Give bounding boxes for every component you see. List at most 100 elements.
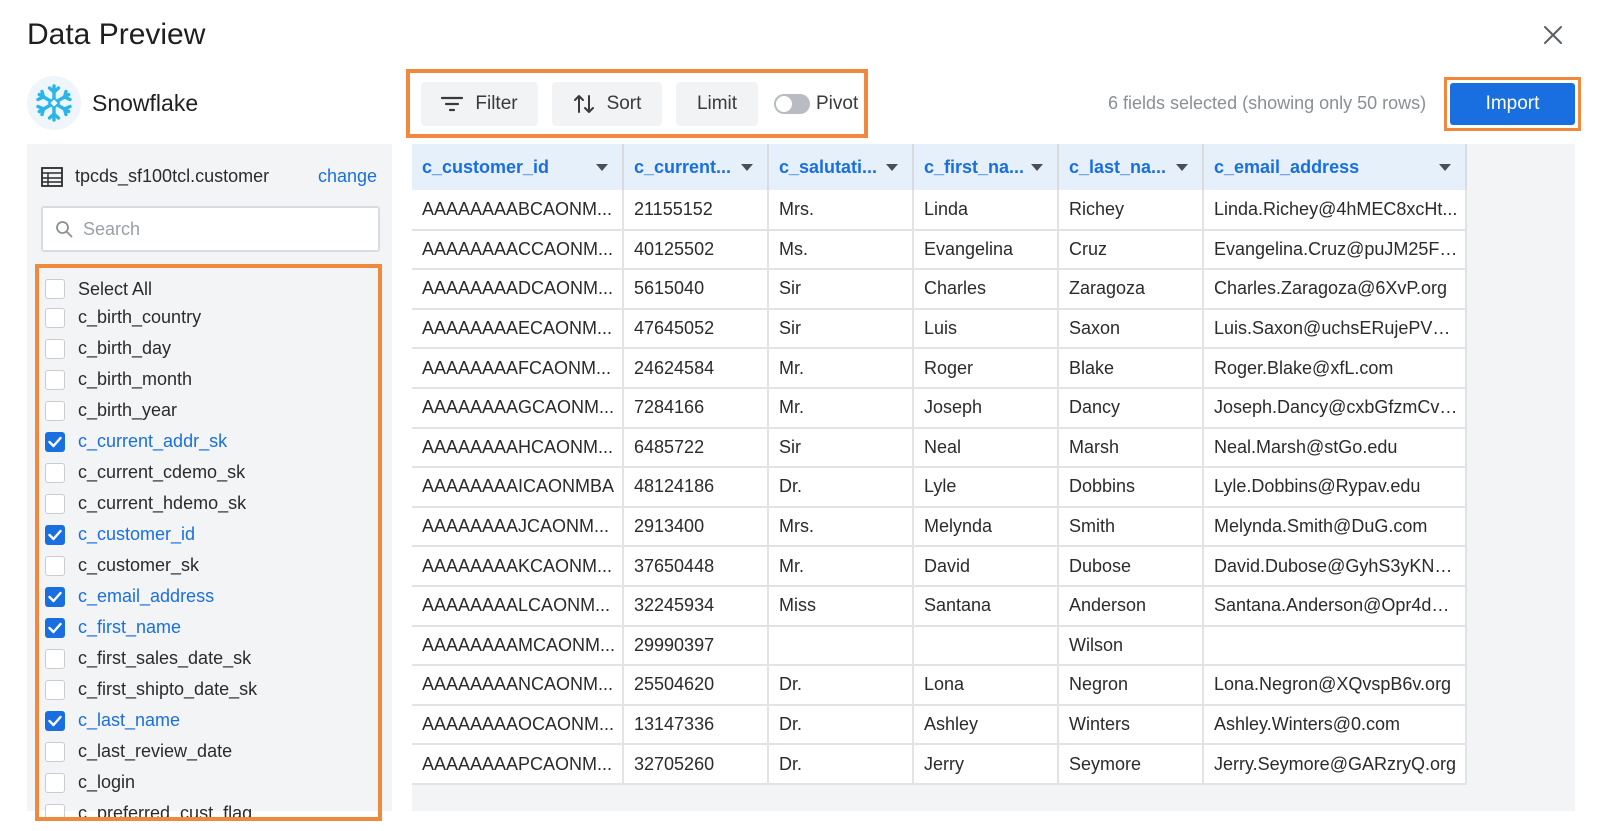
caret-down-icon[interactable] [886, 163, 898, 171]
table-cell: Luis.Saxon@uchsERujePVO... [1203, 308, 1467, 350]
checkbox[interactable] [45, 338, 65, 359]
filter-button[interactable]: Filter [421, 81, 538, 126]
field-item[interactable]: c_email_address [39, 581, 378, 612]
column-header[interactable]: c_customer_id [412, 144, 624, 190]
field-item[interactable]: c_current_addr_sk [39, 426, 378, 457]
limit-label: Limit [696, 92, 738, 114]
pivot-toggle[interactable] [774, 93, 810, 114]
sort-button[interactable]: Sort [552, 81, 662, 126]
checkbox[interactable] [45, 772, 65, 793]
table-cell: Ashley [913, 704, 1059, 746]
caret-down-icon[interactable] [1439, 163, 1451, 171]
import-button[interactable]: Import [1450, 83, 1575, 125]
table-cell: Joseph.Dancy@cxbGfzmCvJ... [1203, 387, 1467, 429]
check-icon [48, 436, 62, 447]
checkbox[interactable] [45, 586, 65, 607]
field-item[interactable]: c_birth_month [39, 364, 378, 395]
column-header[interactable]: c_email_address [1203, 144, 1467, 190]
field-item[interactable]: c_customer_id [39, 519, 378, 550]
field-label: c_email_address [78, 586, 215, 606]
checkbox[interactable] [45, 803, 65, 817]
checkbox[interactable] [45, 648, 65, 669]
grid-body: AAAAAAAABCAONM... 21155152 Mrs. Linda Richey… [412, 190, 1467, 785]
checkbox[interactable] [45, 741, 65, 762]
field-item[interactable]: c_login [39, 767, 378, 798]
field-label: c_preferred_cust_flag [78, 803, 253, 821]
column-header[interactable]: c_first_na... [913, 144, 1059, 190]
field-item[interactable]: c_birth_country [39, 302, 378, 333]
table-cell: Dr. [768, 744, 914, 785]
limit-button[interactable]: Limit [676, 81, 758, 126]
table-cell: 5615040 [623, 269, 769, 310]
field-item[interactable]: c_birth_day [39, 333, 378, 364]
grid-header-row: c_customer_id c_current... c_salutati... c_… [412, 144, 1467, 190]
field-item[interactable]: c_birth_year [39, 395, 378, 426]
table-row: AAAAAAAAMCAONM... 29990397 Wilson [412, 625, 1467, 667]
change-link[interactable]: change [318, 166, 377, 187]
checkbox[interactable] [45, 493, 65, 514]
table-row: AAAAAAAAOCAONM... 13147336 Dr. Ashley Winter… [412, 704, 1467, 746]
field-item[interactable]: c_last_name [39, 705, 378, 736]
table-cell: Seymore [1058, 744, 1204, 785]
field-item[interactable]: c_current_hdemo_sk [39, 488, 378, 519]
field-item[interactable]: c_customer_sk [39, 550, 378, 581]
table-row: AAAAAAAANCAONM... 25504620 Dr. Lona Negron Lo… [412, 665, 1467, 706]
table-cell: Melynda.Smith@DuG.com [1203, 506, 1467, 548]
close-icon[interactable] [1540, 22, 1566, 48]
table-cell: Jerry.Seymore@GARzryQ.org [1203, 744, 1467, 785]
checkbox[interactable] [45, 524, 65, 545]
table-cell: 29990397 [623, 625, 769, 667]
table-cell: Richey [1058, 190, 1204, 231]
table-row: AAAAAAAAICAONMBA 48124186 Dr. Lyle Dobbins Ly… [412, 467, 1467, 508]
table-cell: Dr. [768, 467, 914, 508]
table-cell: Blake [1058, 348, 1204, 389]
dialog-title: Data Preview [27, 18, 206, 51]
table-cell: Mr. [768, 387, 914, 429]
table-cell: AAAAAAAAFCAONM... [412, 348, 624, 389]
checkbox[interactable] [45, 400, 65, 421]
field-item[interactable]: c_preferred_cust_flag [39, 798, 378, 821]
checkbox[interactable] [45, 369, 65, 390]
column-header[interactable]: c_last_na... [1058, 144, 1204, 190]
table-cell: 32705260 [623, 744, 769, 785]
checkbox[interactable] [45, 431, 65, 452]
field-item[interactable]: c_first_shipto_date_sk [39, 674, 378, 705]
table-cell: 47645052 [623, 308, 769, 350]
field-item[interactable]: c_current_cdemo_sk [39, 457, 378, 488]
table-cell: Mrs. [768, 506, 914, 548]
column-header[interactable]: c_salutati... [768, 144, 914, 190]
table-cell: Sir [768, 308, 914, 350]
table-cell: 37650448 [623, 546, 769, 587]
caret-down-icon[interactable] [1031, 163, 1043, 171]
field-item[interactable]: c_first_sales_date_sk [39, 643, 378, 674]
field-item[interactable]: c_first_name [39, 612, 378, 643]
checkbox[interactable] [45, 710, 65, 731]
source-name: Snowflake [92, 89, 199, 116]
table-cell: Charles [913, 269, 1059, 310]
caret-down-icon[interactable] [596, 163, 608, 171]
checkbox[interactable] [45, 307, 65, 328]
field-item[interactable]: c_last_review_date [39, 736, 378, 767]
search-icon [56, 221, 73, 238]
table-cell: Charles.Zaragoza@6XvP.org [1203, 269, 1467, 310]
checkbox[interactable] [45, 555, 65, 576]
checkbox[interactable] [45, 617, 65, 638]
table-cell: Dubose [1058, 546, 1204, 587]
field-label: c_last_name [78, 710, 181, 730]
caret-down-icon[interactable] [1176, 163, 1188, 171]
checkbox[interactable] [45, 279, 65, 299]
search-input[interactable] [83, 218, 363, 240]
pivot-label: Pivot [816, 92, 859, 114]
table-cell: Jerry [913, 744, 1059, 785]
column-header-label: c_salutati... [779, 156, 878, 177]
field-search [41, 206, 380, 252]
checkbox[interactable] [45, 679, 65, 700]
table-cell: 21155152 [623, 190, 769, 231]
table-cell: AAAAAAAAMCAONM... [412, 625, 624, 667]
checkbox[interactable] [45, 462, 65, 483]
field-label: c_current_cdemo_sk [78, 462, 246, 482]
caret-down-icon[interactable] [741, 163, 753, 171]
column-header[interactable]: c_current... [623, 144, 769, 190]
select-all-item[interactable]: Select All [39, 276, 378, 302]
table-row: AAAAAAAAGCAONM... 7284166 Mr. Joseph Dancy Jo… [412, 387, 1467, 429]
